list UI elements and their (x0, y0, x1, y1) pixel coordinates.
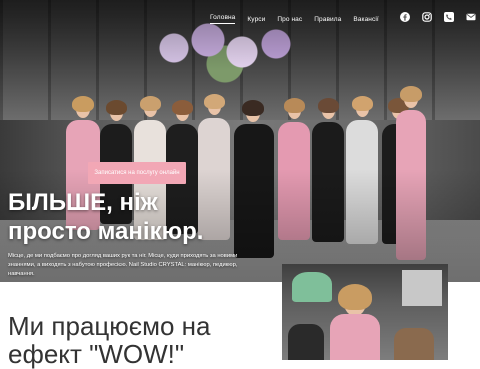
nav-item-home[interactable]: Головна (210, 14, 236, 24)
book-online-button[interactable]: Записатися на послугу онлайн (88, 162, 186, 184)
hero-title-line-2: просто манікюр. (8, 218, 204, 245)
nav-item-vacancies[interactable]: Вакансії (353, 16, 378, 23)
phone-icon[interactable] (444, 12, 454, 22)
facebook-icon[interactable] (400, 12, 410, 22)
hero-description: Місце, де ми подбаємо про догляд ваших р… (8, 253, 238, 277)
instagram-icon[interactable] (422, 12, 432, 22)
hero-title: БІЛЬШЕ, ніж просто манікюр. (8, 188, 203, 246)
nav-item-courses[interactable]: Курси (247, 16, 265, 23)
nav-item-rules[interactable]: Правила (314, 16, 341, 23)
social-links (400, 12, 476, 22)
main-nav: Головна Курси Про нас Правила Вакансії (210, 14, 379, 24)
section-title-line-1: Ми працюємо на (8, 311, 211, 341)
section-title-line-2: ефект "WOW!" (8, 339, 185, 369)
mail-icon[interactable] (466, 12, 476, 22)
salon-photo (282, 264, 448, 360)
hero-title-line-1: БІЛЬШЕ, ніж (8, 189, 158, 216)
nav-item-about[interactable]: Про нас (277, 16, 302, 23)
